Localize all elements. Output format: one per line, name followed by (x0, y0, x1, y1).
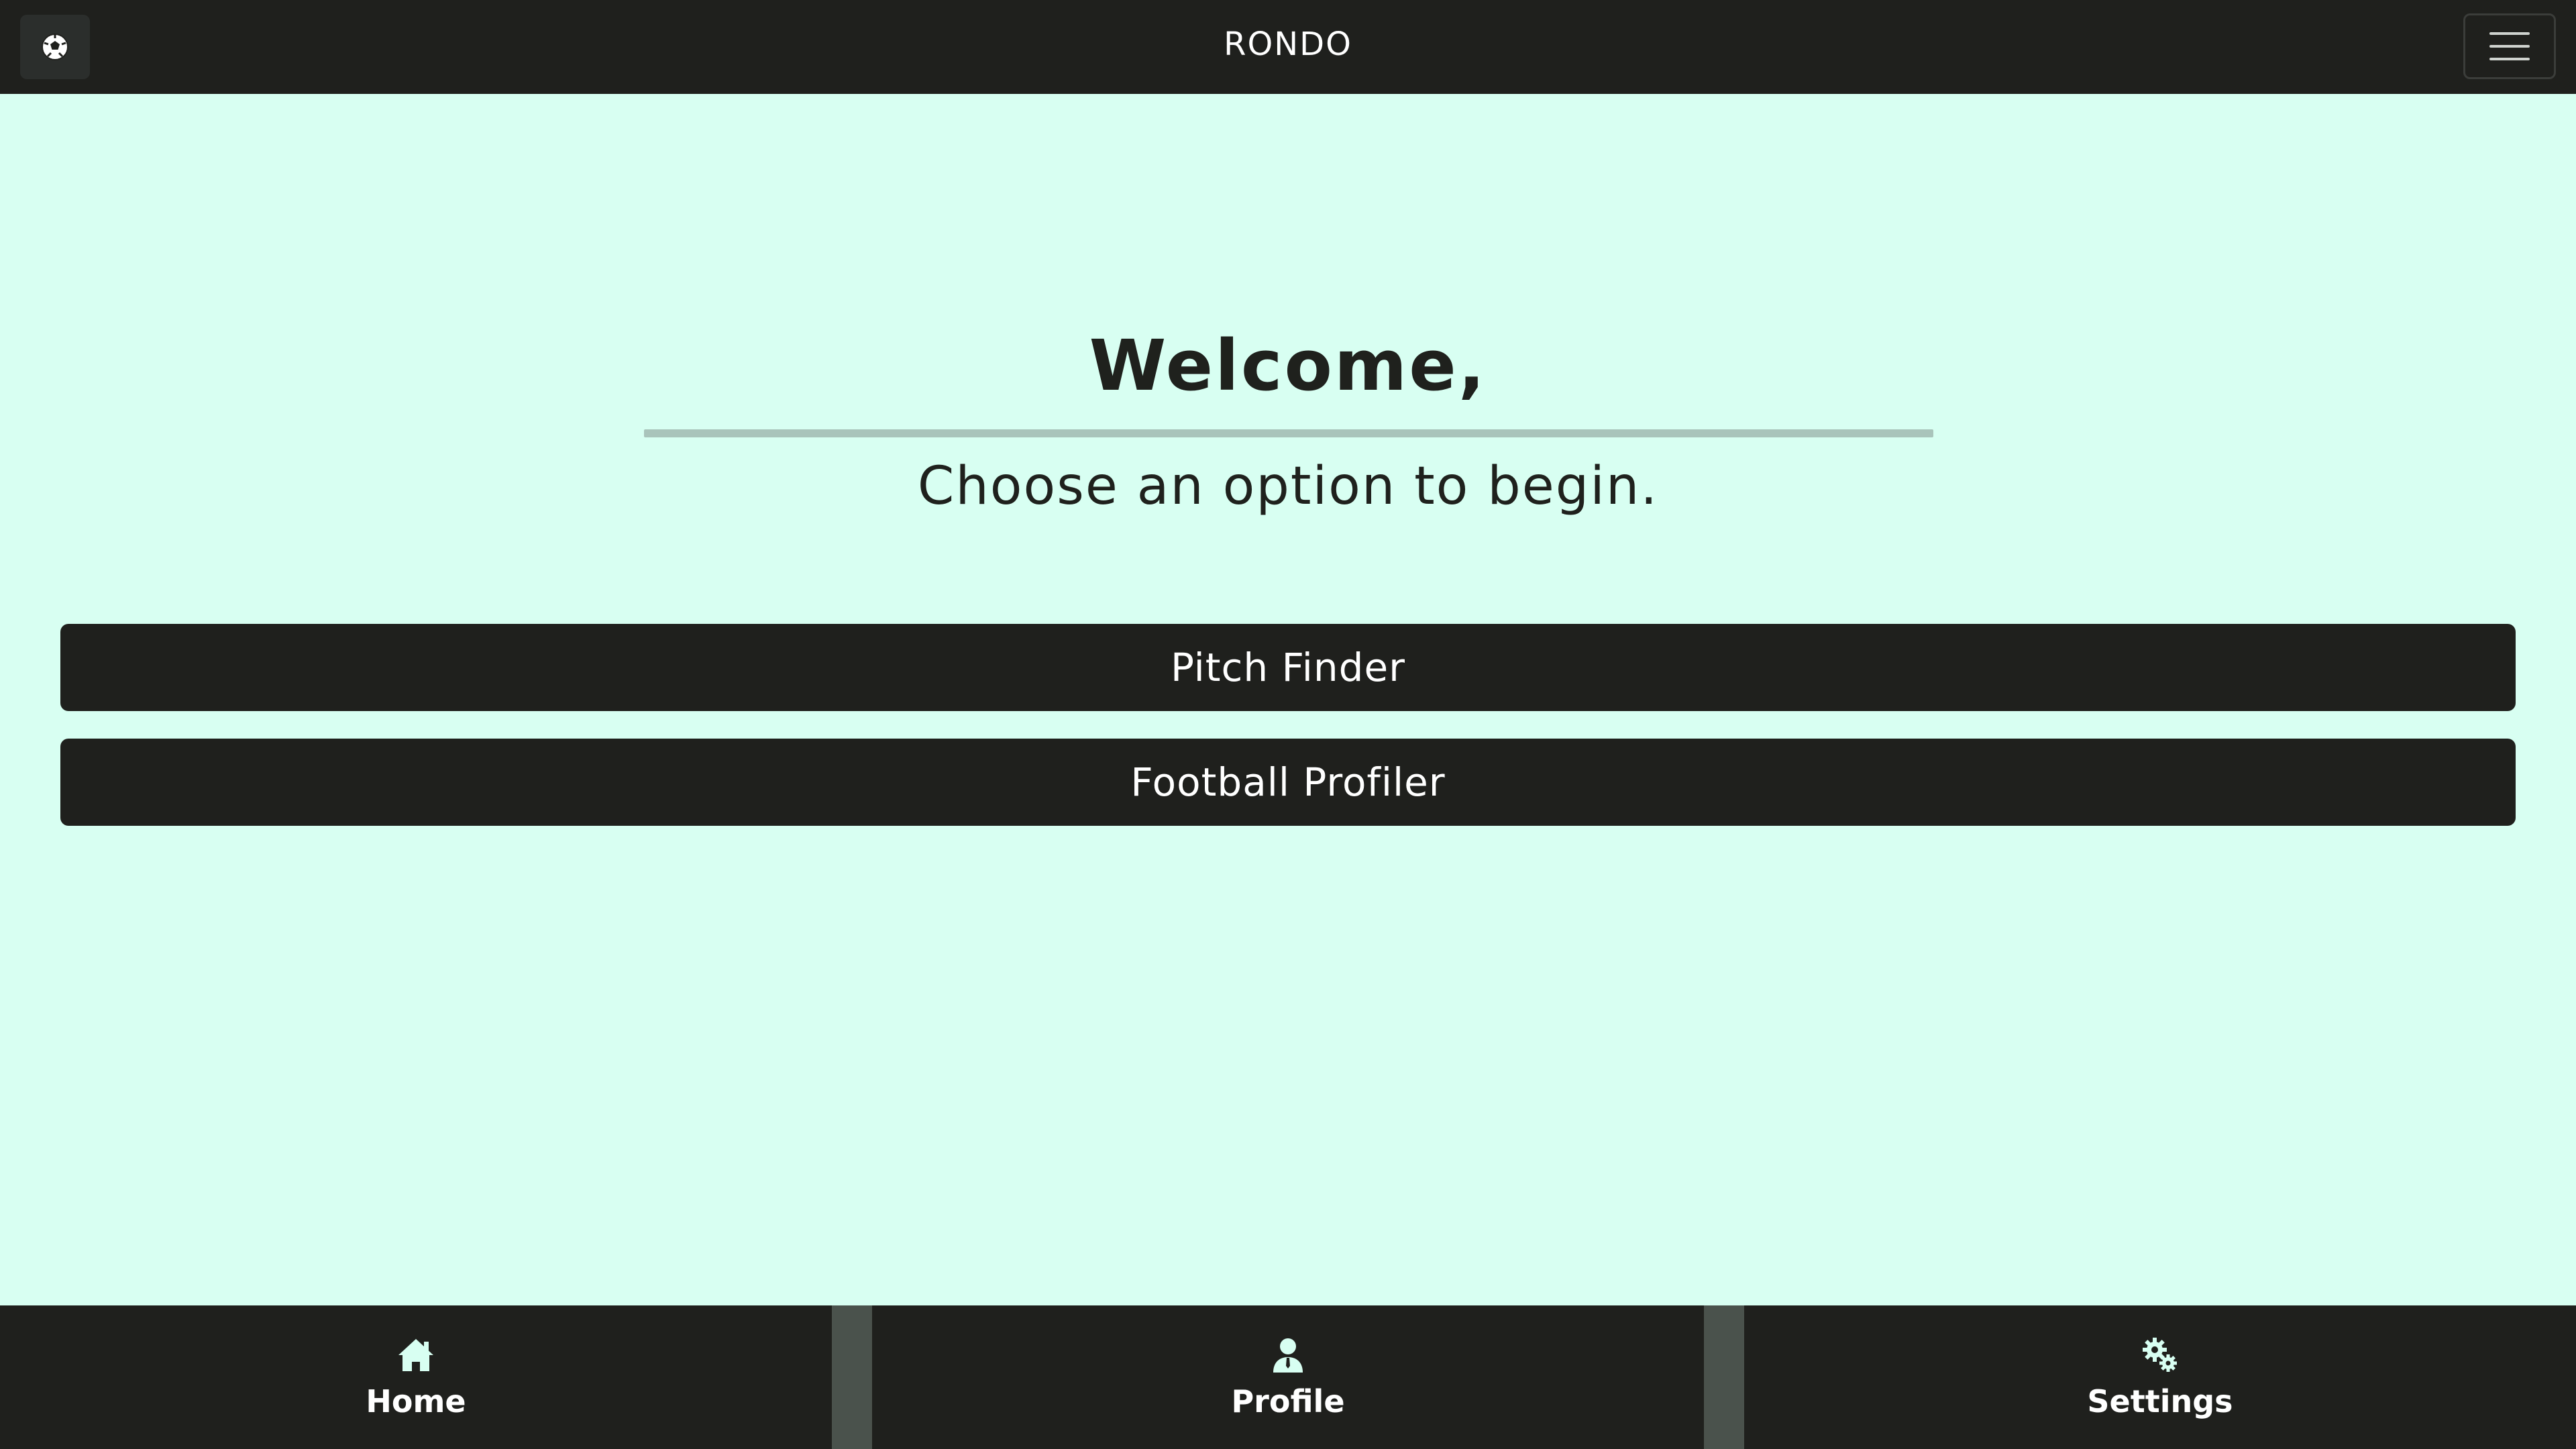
hamburger-menu-icon (2489, 32, 2530, 60)
nav-home[interactable]: Home (0, 1305, 832, 1449)
hamburger-menu-button[interactable] (2463, 13, 2556, 79)
football-profiler-button[interactable]: Football Profiler (60, 739, 2516, 826)
nav-profile[interactable]: Profile (872, 1305, 1704, 1449)
home-icon (398, 1339, 433, 1371)
heading-divider (644, 429, 1933, 437)
nav-profile-label: Profile (1231, 1383, 1345, 1419)
nav-settings-label: Settings (2087, 1383, 2233, 1419)
welcome-subheading: Choose an option to begin. (917, 456, 1659, 517)
gears-icon (2143, 1338, 2177, 1372)
nav-home-label: Home (366, 1383, 466, 1419)
app-title: RONDO (1224, 25, 1352, 63)
pitch-finder-button[interactable]: Pitch Finder (60, 624, 2516, 711)
top-navbar: RONDO (0, 0, 2576, 94)
user-icon (1273, 1338, 1303, 1373)
bottom-navbar: Home Profile Settings (0, 1305, 2576, 1449)
nav-settings[interactable]: Settings (1744, 1305, 2576, 1449)
main-content: Welcome, Choose an option to begin. Pitc… (0, 94, 2576, 1305)
welcome-heading: Welcome, (1089, 325, 1487, 407)
